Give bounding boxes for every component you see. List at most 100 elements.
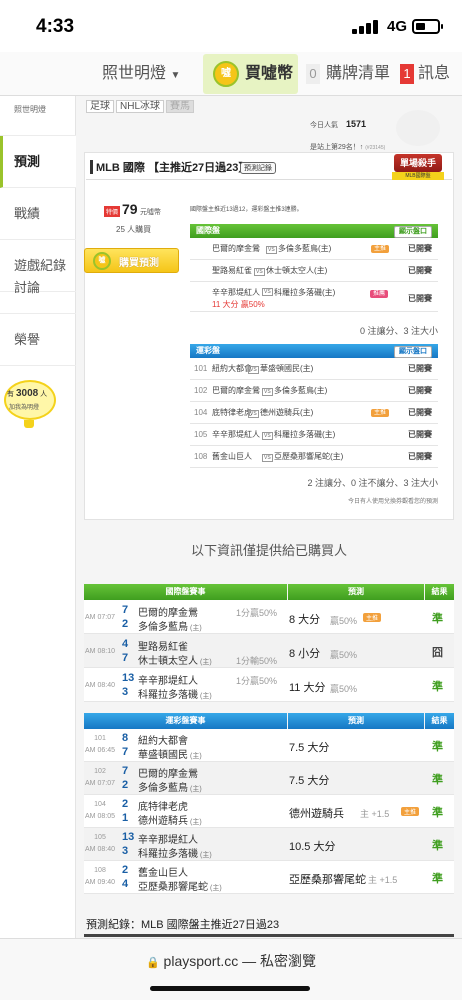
pick: 11 大分	[289, 682, 326, 694]
away-team: 舊金山巨人	[138, 868, 188, 879]
bulb-base-icon	[24, 420, 34, 428]
home-team: 華盛頓國民(主)	[138, 750, 202, 761]
game-time: AM 08:10	[85, 648, 115, 655]
tab-soccer[interactable]: 足球	[86, 100, 114, 113]
buy-prediction-button[interactable]: 噓 購買預測	[84, 248, 179, 273]
home-team: 德州遊騎兵(主)	[260, 408, 314, 417]
game-time: AM 08:40	[85, 682, 115, 689]
intl-header-result: 結果	[425, 584, 454, 600]
show-lines-button[interactable]: 顯示盤口	[394, 226, 432, 238]
table-row: 108 AM 09:40 2 4 舊金山巨人 亞歷桑那響尾蛇 (主) 亞歷桑那響尾蛇主 +1.…	[84, 861, 454, 894]
game-status: 已開賽	[408, 408, 432, 417]
killer-ribbon: 單場殺手	[394, 154, 442, 172]
lock-icon: 🔒	[145, 957, 160, 969]
game-number: 108	[94, 867, 106, 874]
away-team: 聖路易紅雀	[138, 642, 188, 653]
sidebar-item-predict[interactable]: 預測	[0, 136, 76, 188]
result: 準	[432, 741, 443, 753]
game-number: 102	[94, 768, 106, 775]
card-note: 今日有人使用兌換券觀看您的預測	[347, 499, 438, 505]
record-button[interactable]: 預測記錄	[240, 162, 276, 174]
away-team: 巴爾的摩金鶯	[138, 608, 198, 619]
title-bar-marker	[90, 160, 93, 174]
intl-mini-row: 辛辛那堤紅人 VS 科羅拉多落磯(主) 11 大分 贏50% 推薦 已開賽	[190, 282, 438, 312]
result: 準	[432, 774, 443, 786]
tab-horse[interactable]: 賽馬	[166, 100, 195, 113]
home-score: 1	[122, 812, 129, 824]
sidebar-item-honor[interactable]: 榮譽	[0, 314, 76, 366]
home-score: 4	[122, 878, 129, 890]
away-score: 13	[122, 672, 135, 684]
odds: 贏50%	[330, 616, 358, 626]
table-row: 105 AM 08:40 13 3 辛辛那堤紅人 科羅拉多落磯 (主) 10.5 大分 準	[84, 828, 454, 861]
game-number: 105	[194, 430, 208, 439]
featured-tag: 主推	[401, 807, 420, 816]
vs-label: VS	[248, 410, 259, 418]
sport-mini-row: 102 巴爾的摩金鶯 VS 多倫多藍鳥(主) 已開賽	[190, 380, 438, 402]
sport-tabs: 足球 NHL冰球 賽馬	[86, 97, 195, 113]
table-row: AM 08:40 13 3 辛辛那堤紅人 科羅拉多落磯 (主) 1分贏50% 11 大分 贏50…	[84, 668, 454, 702]
sport-header-result: 結果	[425, 713, 454, 729]
messages-label: 訊息	[418, 65, 451, 82]
away-team: 巴爾的摩金鶯	[212, 386, 260, 395]
sport-mini-row: 108 舊金山巨人 VS 亞歷桑那響尾蛇(主) 已開賽	[190, 446, 438, 468]
game-number: 102	[194, 386, 208, 395]
buy-coins-label: 買噓幣	[245, 65, 294, 82]
vs-label: VS	[262, 388, 273, 396]
killer-ribbon-sub: MLB國際盤	[392, 172, 444, 180]
buy-coins-button[interactable]: 噓買噓幣	[203, 54, 298, 94]
site-menu[interactable]: 照世明燈 ▼	[102, 52, 180, 96]
pick: 7.5 大分	[289, 742, 330, 754]
intl-mini-table: 國際盤 顯示盤口 巴爾的摩金鶯 VS 多倫多藍鳥(主) 主推 已開賽 聖路易紅雀 VS 休士頓…	[190, 224, 438, 312]
url-label: playsport.cc — 私密瀏覽	[163, 953, 317, 969]
away-team: 底特律老虎	[212, 408, 252, 417]
url-text[interactable]: 🔒 playsport.cc — 私密瀏覽	[0, 951, 462, 971]
sport-mini-rows: 101 紐約大都會 VS 華盛頓國民(主) 已開賽 102 巴爾的摩金鶯 VS 多倫多藍鳥(主)…	[190, 358, 438, 468]
pick: 10.5 大分	[289, 841, 336, 853]
pick: 8 小分	[289, 648, 321, 660]
sidebar-header: 照世明燈	[0, 96, 76, 136]
home-indicator[interactable]	[150, 986, 310, 991]
game-number: 101	[194, 364, 208, 373]
away-score: 8	[122, 732, 129, 744]
game-time: AM 06:45	[85, 747, 115, 754]
tab-nhl[interactable]: NHL冰球	[116, 100, 165, 113]
sidebar-item-discuss[interactable]: 討論	[0, 262, 76, 314]
sale-tag: 特價	[104, 206, 121, 217]
card-title: MLB 國際 【主推近27日過23】	[96, 162, 250, 174]
pick: 7.5 大分	[289, 775, 330, 787]
game-time: AM 07:07	[85, 780, 115, 787]
game-status: 已開賽	[408, 386, 432, 395]
home-score: 3	[122, 845, 129, 857]
home-score: 7	[122, 652, 129, 664]
record-title: 預測紀錄：MLB 國際盤主推近27日過23	[86, 919, 280, 931]
cart-link[interactable]: 0 購牌清單	[306, 52, 390, 96]
show-lines-button[interactable]: 顯示盤口	[394, 346, 432, 358]
views-label: 今日人氣	[310, 122, 338, 129]
odds: 贏50%	[330, 650, 358, 660]
light-bulb-icon[interactable]	[4, 380, 56, 420]
intl-mini-foot: 0 注讓分、3 注大小	[359, 326, 438, 336]
sidebar-item-record[interactable]: 戰績	[0, 188, 76, 240]
away-score: 2	[122, 864, 129, 876]
home-team: 多倫多藍鳥(主)	[138, 783, 202, 794]
lights-label: 加我為明燈	[9, 405, 40, 411]
intl-mini-row: 聖路易紅雀 VS 休士頓太空人(主) 已開賽	[190, 260, 438, 282]
rank-text: 是站上第29名！↑ (#23145)	[310, 144, 386, 151]
record-table-top	[84, 934, 454, 937]
messages-link[interactable]: 1 訊息	[400, 52, 450, 96]
result: 準	[432, 807, 443, 819]
result: 囧	[432, 647, 443, 659]
featured-tag: 主推	[371, 409, 390, 417]
card-summary: 國際盤主推近13過12，運彩盤主推3連勝。	[190, 207, 303, 213]
handicap: 主 +1.5	[360, 809, 390, 819]
battery-icon	[412, 19, 443, 34]
buy-prediction-label: 購買預測	[119, 258, 159, 269]
away-team: 辛辛那堤紅人	[138, 835, 198, 846]
price: 79	[122, 201, 138, 217]
away-team: 紐約大都會	[212, 364, 252, 373]
home-score: 7	[122, 746, 129, 758]
chevron-down-icon: ▼	[170, 70, 181, 81]
sport-mini-header: 運彩盤 顯示盤口	[190, 344, 438, 358]
site-menu-label: 照世明燈	[102, 65, 167, 82]
